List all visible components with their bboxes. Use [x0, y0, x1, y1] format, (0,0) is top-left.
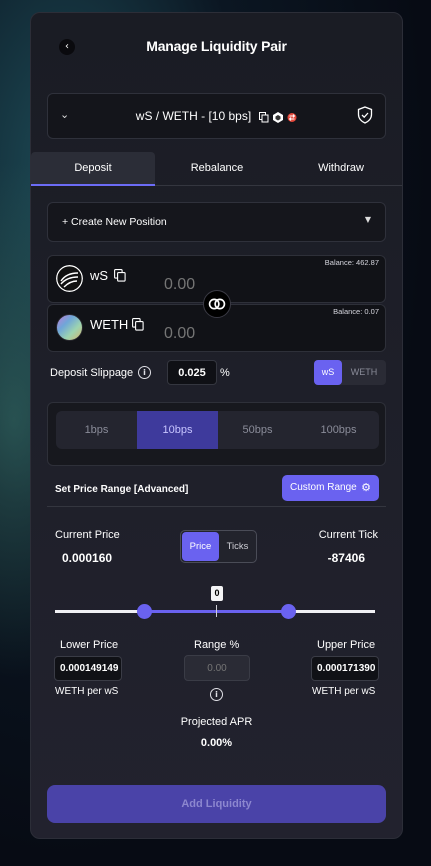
amount-field[interactable]: [164, 276, 314, 294]
amount-input[interactable]: [164, 276, 314, 294]
fee-tier-50bps[interactable]: 50bps: [217, 411, 298, 449]
info-icon[interactable]: i: [210, 688, 223, 701]
weth-token-logo: [56, 314, 83, 341]
current-tick-label: Current Tick: [318, 529, 378, 541]
bridge-icon[interactable]: [272, 112, 283, 124]
page-title: Manage Liquidity Pair: [146, 38, 287, 54]
position-selector[interactable]: + Create New Position ▼: [47, 202, 386, 242]
projected-apr-label: Projected APR: [180, 716, 253, 728]
pair-selector[interactable]: ⌄ wS / WETH - [10 bps]: [47, 93, 386, 139]
toggle-option-ticks[interactable]: Ticks: [219, 532, 256, 561]
copy-icon[interactable]: [114, 269, 126, 282]
lower-price-unit: WETH per wS: [55, 686, 119, 697]
position-selector-label: + Create New Position: [62, 216, 167, 228]
lower-price-input[interactable]: [54, 656, 122, 681]
token-symbol: WETH: [90, 317, 129, 332]
toggle-option-weth[interactable]: WETH: [342, 360, 386, 385]
link-toggle-icon[interactable]: [203, 290, 231, 318]
upper-price-input[interactable]: [311, 656, 379, 681]
token-balance: Balance: 462.87: [324, 258, 379, 267]
fee-tier-1bps[interactable]: 1bps: [56, 411, 137, 449]
range-percent-label: Range %: [194, 639, 240, 651]
projected-apr-value: 0.00%: [200, 737, 233, 749]
sonic-token-logo: [56, 265, 83, 292]
tab-withdraw[interactable]: Withdraw: [279, 152, 402, 186]
slippage-label: Deposit Slippage: [50, 367, 134, 379]
slippage-row: Deposit Slippage i % wS WETH: [50, 360, 390, 386]
fee-tier-options: 1bps 10bps 50bps 100bps: [56, 411, 379, 449]
current-price-value: 0.000160: [62, 551, 113, 565]
custom-range-button[interactable]: Custom Range ⚙: [282, 475, 379, 501]
tick-offset-badge: 0: [211, 586, 223, 601]
divider: [47, 506, 386, 507]
amount-field[interactable]: [164, 325, 314, 343]
lower-price-label: Lower Price: [60, 639, 119, 651]
gear-icon: ⚙: [361, 481, 371, 494]
range-percent-input[interactable]: [184, 655, 250, 681]
shield-icon[interactable]: [357, 106, 373, 124]
header: ‹ Manage Liquidity Pair: [31, 35, 402, 59]
upper-price-handle[interactable]: [281, 604, 297, 619]
fee-tier-100bps[interactable]: 100bps: [298, 411, 379, 449]
pair-icons: [258, 110, 298, 124]
custom-range-label: Custom Range: [290, 482, 357, 493]
amount-input[interactable]: [164, 325, 314, 343]
tab-deposit[interactable]: Deposit: [31, 152, 155, 186]
fee-tier-10bps[interactable]: 10bps: [137, 411, 218, 449]
slippage-input[interactable]: [167, 360, 217, 385]
fee-tier-selector: 1bps 10bps 50bps 100bps: [47, 402, 386, 466]
swap-icon[interactable]: [287, 112, 297, 123]
token-symbol: wS: [90, 268, 109, 283]
dropdown-arrow-icon: ▼: [364, 215, 371, 224]
toggle-option-ws[interactable]: wS: [314, 360, 342, 385]
lower-price-handle[interactable]: [137, 604, 153, 619]
current-tick-value: -87406: [327, 551, 365, 565]
current-price-label: Current Price: [55, 529, 120, 541]
upper-price-unit: WETH per wS: [312, 686, 376, 697]
copy-icon[interactable]: [258, 112, 269, 123]
add-liquidity-button[interactable]: Add Liquidity: [47, 785, 386, 823]
price-ticks-toggle: Price Ticks: [180, 530, 257, 563]
deposit-token-toggle: wS WETH: [314, 360, 386, 385]
price-range-title: Set Price Range [Advanced]: [55, 484, 189, 495]
toggle-option-price[interactable]: Price: [182, 532, 219, 561]
manage-liquidity-panel: ‹ Manage Liquidity Pair ⌄ wS / WETH - [1…: [30, 12, 403, 839]
tab-bar: Deposit Rebalance Withdraw: [31, 152, 402, 186]
slippage-unit: %: [220, 367, 230, 379]
range-slider-current-marker: [216, 605, 217, 617]
copy-icon[interactable]: [132, 318, 144, 331]
pair-label: wS / WETH - [10 bps]: [135, 109, 252, 123]
pair-label-row: wS / WETH - [10 bps]: [48, 109, 385, 124]
token-balance: Balance: 0.07: [333, 307, 379, 316]
upper-price-label: Upper Price: [317, 639, 376, 651]
info-icon[interactable]: i: [138, 366, 151, 379]
tab-rebalance[interactable]: Rebalance: [155, 152, 279, 186]
